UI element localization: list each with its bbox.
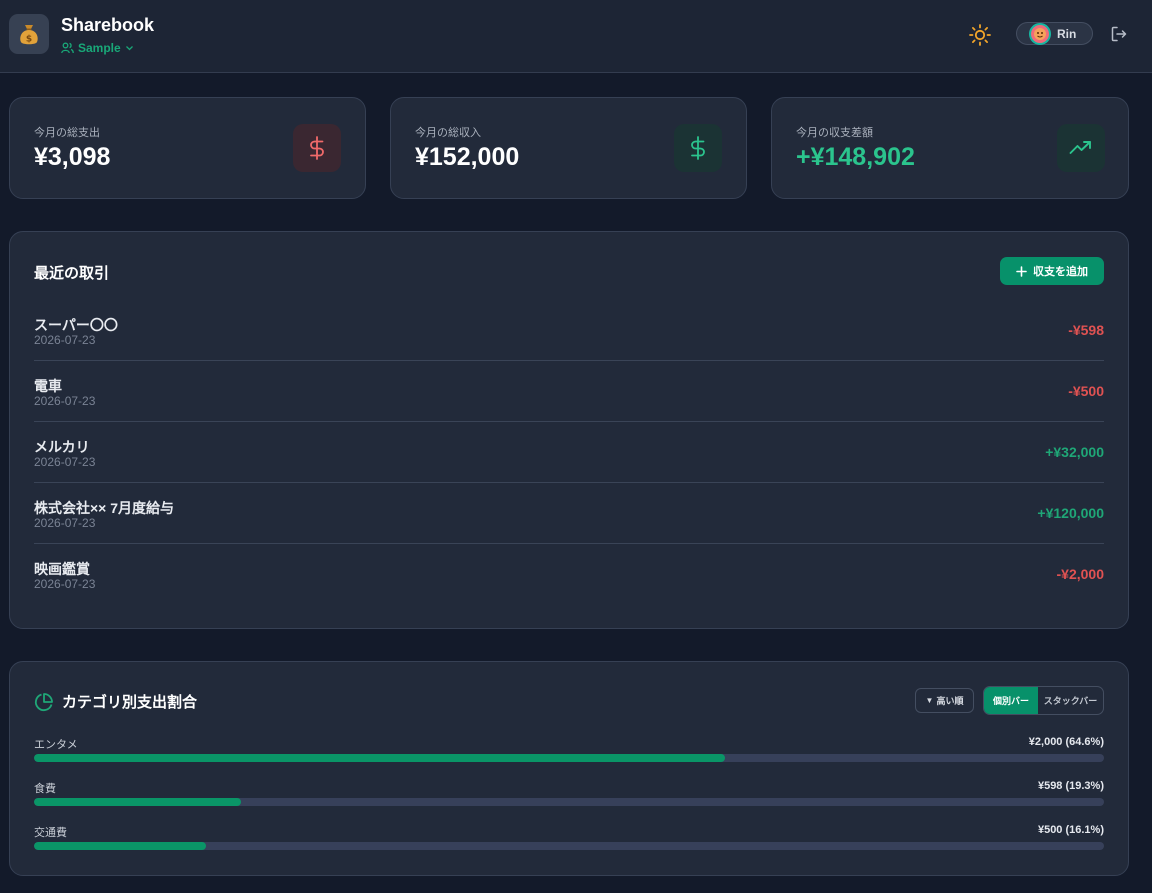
transaction-row[interactable]: スーパー〇〇 2026-07-23 -¥598 bbox=[34, 300, 1104, 361]
stat-value: ¥152,000 bbox=[415, 143, 520, 171]
workspace-name: Sample bbox=[78, 41, 121, 55]
app-header: $ Sharebook Sample Rin bbox=[0, 0, 1152, 73]
stat-label: 今月の総収入 bbox=[415, 127, 481, 139]
transaction-amount: -¥500 bbox=[1068, 383, 1104, 399]
stat-value: +¥148,902 bbox=[796, 143, 915, 171]
recent-transactions-panel: 最近の取引 収支を追加 スーパー〇〇 2026-07-23 -¥598 電車 2… bbox=[9, 231, 1129, 629]
sort-label: 高い順 bbox=[936, 696, 964, 706]
category-bar-track bbox=[34, 842, 1104, 850]
logout-button[interactable] bbox=[1108, 23, 1130, 45]
transaction-row[interactable]: 株式会社×× 7月度給与 2026-07-23 +¥120,000 bbox=[34, 483, 1104, 544]
transaction-row[interactable]: 映画鑑賞 2026-07-23 -¥2,000 bbox=[34, 544, 1104, 605]
category-bar-fill bbox=[34, 754, 726, 762]
category-label: 食費 bbox=[34, 783, 56, 795]
category-row: 交通費 ¥500 (16.1%) bbox=[34, 824, 1104, 864]
svg-text:$: $ bbox=[26, 35, 32, 45]
transaction-date: 2026-07-23 bbox=[34, 333, 96, 347]
transaction-name: 株式会社×× 7月度給与 bbox=[34, 500, 175, 516]
transaction-name: 電車 bbox=[34, 378, 62, 394]
pie-chart-icon bbox=[34, 692, 53, 711]
category-title-wrap: カテゴリ別支出割合 bbox=[34, 691, 197, 712]
section-title: カテゴリ別支出割合 bbox=[62, 694, 198, 711]
category-bar-track bbox=[34, 754, 1104, 762]
stat-value: ¥3,098 bbox=[34, 143, 111, 171]
trending-up-icon bbox=[1057, 124, 1105, 172]
transaction-amount: +¥32,000 bbox=[1045, 444, 1104, 460]
theme-toggle-button[interactable] bbox=[966, 21, 994, 49]
category-bar-fill bbox=[34, 798, 241, 806]
add-transaction-label: 収支を追加 bbox=[1033, 266, 1088, 278]
chevron-down-icon bbox=[125, 46, 133, 51]
users-icon bbox=[61, 42, 74, 54]
sort-button[interactable]: ▼ 高い順 bbox=[915, 688, 974, 713]
plus-icon bbox=[1016, 265, 1027, 277]
transaction-row[interactable]: メルカリ 2026-07-23 +¥32,000 bbox=[34, 422, 1104, 483]
stat-label: 今月の総支出 bbox=[34, 127, 100, 139]
category-amount: ¥500 (16.1%) bbox=[1037, 824, 1104, 836]
sun-icon bbox=[969, 24, 991, 46]
transaction-date: 2026-07-23 bbox=[34, 455, 96, 469]
category-label: 交通費 bbox=[34, 827, 67, 839]
view-option-stacked[interactable]: スタックバー bbox=[1038, 687, 1103, 714]
workspace-selector[interactable]: Sample bbox=[61, 41, 134, 55]
transaction-row[interactable]: 電車 2026-07-23 -¥500 bbox=[34, 361, 1104, 422]
dollar-icon bbox=[674, 124, 722, 172]
transaction-name: メルカリ bbox=[34, 439, 90, 455]
category-label: エンタメ bbox=[34, 739, 78, 751]
triangle-down-icon: ▼ bbox=[925, 696, 934, 705]
transaction-amount: -¥598 bbox=[1068, 322, 1104, 338]
dollar-icon bbox=[293, 124, 341, 172]
category-breakdown-panel: カテゴリ別支出割合 ▼ 高い順 個別バー スタックバー エンタメ ¥2,000 (… bbox=[9, 661, 1129, 876]
category-row: エンタメ ¥2,000 (64.6%) bbox=[34, 736, 1104, 776]
transaction-amount: -¥2,000 bbox=[1056, 566, 1104, 582]
add-transaction-button[interactable]: 収支を追加 bbox=[1000, 257, 1104, 285]
transaction-amount: +¥120,000 bbox=[1037, 505, 1104, 521]
app-title: Sharebook bbox=[61, 15, 155, 35]
stat-card-balance: 今月の収支差額 +¥148,902 bbox=[771, 97, 1129, 199]
logout-icon bbox=[1111, 26, 1127, 42]
category-row: 食費 ¥598 (19.3%) bbox=[34, 780, 1104, 820]
transaction-name: 映画鑑賞 bbox=[34, 561, 90, 577]
money-bag-icon: $ bbox=[9, 14, 49, 54]
category-bar-track bbox=[34, 798, 1104, 806]
user-name: Rin bbox=[1057, 26, 1077, 41]
section-title: 最近の取引 bbox=[34, 265, 110, 282]
transaction-date: 2026-07-23 bbox=[34, 516, 96, 530]
transaction-date: 2026-07-23 bbox=[34, 394, 96, 408]
stat-card-income: 今月の総収入 ¥152,000 bbox=[390, 97, 747, 199]
user-menu-button[interactable]: Rin bbox=[1016, 22, 1093, 45]
transaction-name: スーパー〇〇 bbox=[34, 317, 118, 333]
category-amount: ¥598 (19.3%) bbox=[1037, 780, 1104, 792]
transaction-date: 2026-07-23 bbox=[34, 577, 96, 591]
avatar bbox=[1029, 22, 1051, 45]
category-bar-fill bbox=[34, 842, 207, 850]
transaction-list: スーパー〇〇 2026-07-23 -¥598 電車 2026-07-23 -¥… bbox=[34, 300, 1104, 605]
stat-label: 今月の収支差額 bbox=[796, 127, 873, 139]
stat-card-expense: 今月の総支出 ¥3,098 bbox=[9, 97, 366, 199]
view-toggle: 個別バー スタックバー bbox=[983, 686, 1104, 715]
category-amount: ¥2,000 (64.6%) bbox=[1028, 736, 1104, 748]
view-option-individual[interactable]: 個別バー bbox=[984, 687, 1038, 714]
